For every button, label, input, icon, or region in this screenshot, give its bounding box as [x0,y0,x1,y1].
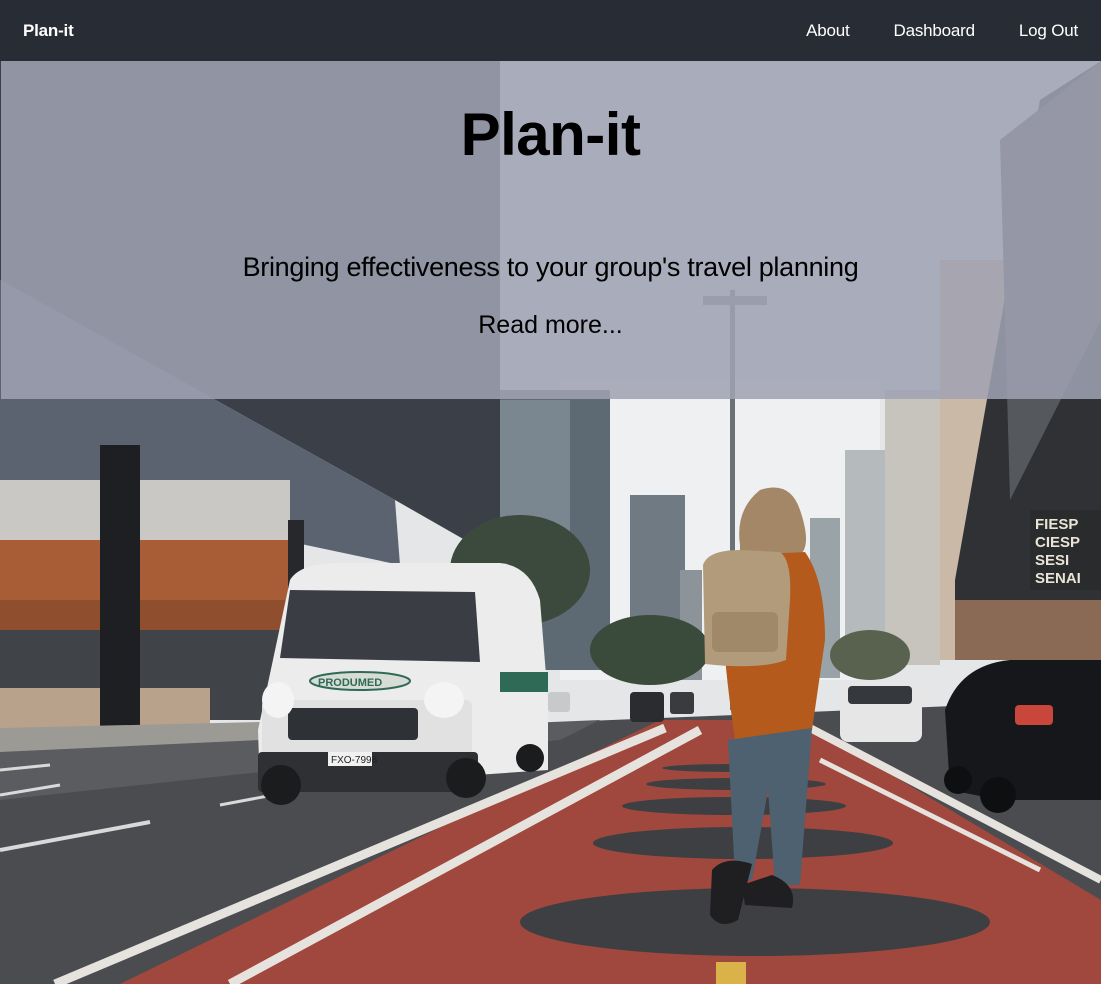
svg-text:FIESP: FIESP [1035,516,1078,533]
nav-links: About Dashboard Log Out [806,21,1078,41]
svg-text:CIESP: CIESP [1035,534,1080,551]
svg-text:PRODUMED: PRODUMED [318,677,382,689]
nav-link-about[interactable]: About [806,21,850,41]
nav-link-dashboard[interactable]: Dashboard [894,21,976,41]
read-more-link[interactable]: Read more... [0,311,1101,340]
brand-link[interactable]: Plan-it [23,21,74,41]
nav-link-log-out[interactable]: Log Out [1019,21,1078,41]
hero-title: Plan-it [460,101,641,168]
top-navbar: Plan-it About Dashboard Log Out [0,0,1101,61]
svg-text:SENAI: SENAI [1035,570,1081,587]
svg-text:SESI: SESI [1035,552,1069,569]
svg-text:FXO-7998: FXO-7998 [331,755,378,766]
hero-tagline: Bringing effectiveness to your group's t… [242,252,859,282]
